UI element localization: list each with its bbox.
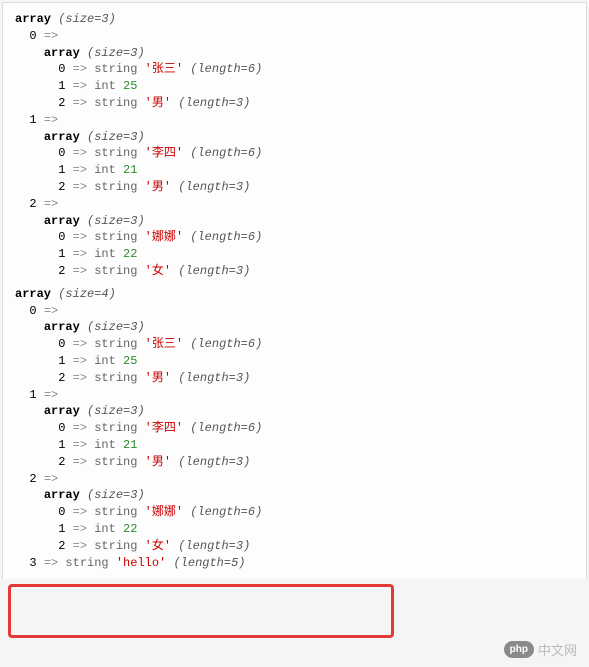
array-entry: 1 => int 22 xyxy=(15,246,586,263)
array-entry: 2 => string '男' (length=3) xyxy=(15,95,586,112)
nested-array-header: array (size=3) xyxy=(15,403,586,420)
array-entry: 0 => string '张三' (length=6) xyxy=(15,61,586,78)
nested-array-header: array (size=3) xyxy=(15,129,586,146)
watermark: php 中文网 xyxy=(504,640,577,659)
nested-array-header: array (size=3) xyxy=(15,45,586,62)
array-index-line: 2 => xyxy=(15,196,586,213)
array-header: array (size=3) xyxy=(15,11,586,28)
array-entry: 1 => int 21 xyxy=(15,162,586,179)
nested-array-header: array (size=3) xyxy=(15,213,586,230)
array-entry: 1 => int 25 xyxy=(15,78,586,95)
array-entry: 1 => int 22 xyxy=(15,521,586,538)
array-index-line: 1 => xyxy=(15,387,586,404)
array-entry: 1 => int 21 xyxy=(15,437,586,454)
array-index-line: 0 => xyxy=(15,303,586,320)
array-entry: 2 => string '男' (length=3) xyxy=(15,454,586,471)
annotation-highlight-box xyxy=(8,584,394,638)
array-entry: 2 => string '男' (length=3) xyxy=(15,179,586,196)
var-dump-output: array (size=3) 0 => array (size=3) 0 => … xyxy=(2,2,587,579)
array-keyword: array xyxy=(15,12,51,26)
array-entry: 2 => string '女' (length=3) xyxy=(15,263,586,280)
array-entry: 0 => string '李四' (length=6) xyxy=(15,420,586,437)
nested-array-header: array (size=3) xyxy=(15,319,586,336)
array-index-line: 1 => xyxy=(15,112,586,129)
array-size: (size=3) xyxy=(58,12,116,26)
array-index-line: 0 => xyxy=(15,28,586,45)
nested-array-header: array (size=3) xyxy=(15,487,586,504)
array-entry: 0 => string '娜娜' (length=6) xyxy=(15,229,586,246)
array-entry: 0 => string '张三' (length=6) xyxy=(15,336,586,353)
php-logo-icon: php xyxy=(504,641,534,658)
array-entry: 0 => string '娜娜' (length=6) xyxy=(15,504,586,521)
array-index-line: 2 => xyxy=(15,471,586,488)
array-entry: 1 => int 25 xyxy=(15,353,586,370)
array-header: array (size=4) xyxy=(15,286,586,303)
array-entry-extra: 3 => string 'hello' (length=5) xyxy=(15,555,586,572)
watermark-text: 中文网 xyxy=(538,640,577,659)
array-entry: 2 => string '男' (length=3) xyxy=(15,370,586,387)
array-entry: 0 => string '李四' (length=6) xyxy=(15,145,586,162)
array-entry: 2 => string '女' (length=3) xyxy=(15,538,586,555)
